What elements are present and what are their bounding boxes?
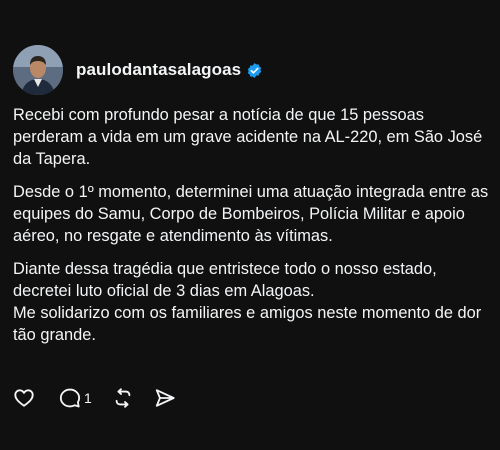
author-block: paulodantasalagoas — [76, 60, 263, 80]
post-actions: 1 — [13, 384, 176, 412]
post-paragraph-2: Desde o 1º momento, determinei uma atuaç… — [13, 183, 489, 245]
share-icon — [155, 389, 175, 407]
author-username[interactable]: paulodantasalagoas — [76, 60, 241, 80]
share-button[interactable] — [154, 387, 176, 409]
post-paragraph-4: Me solidarizo com os familiares e amigos… — [13, 304, 482, 344]
post-paragraph-1: Recebi com profundo pesar a notícia de q… — [13, 106, 483, 168]
avatar[interactable] — [13, 45, 63, 95]
threads-post: paulodantasalagoas Recebi com profundo p… — [0, 0, 500, 450]
comment-icon — [59, 388, 81, 408]
heart-icon — [14, 389, 34, 407]
post-paragraph-3: Diante dessa tragédia que entristece tod… — [13, 260, 437, 300]
post-body: Recebi com profundo pesar a notícia de q… — [13, 104, 493, 357]
comment-button[interactable]: 1 — [59, 387, 92, 409]
comment-count: 1 — [84, 390, 92, 406]
repost-icon — [115, 388, 131, 408]
like-button[interactable] — [13, 387, 35, 409]
repost-button[interactable] — [112, 387, 134, 409]
post-header: paulodantasalagoas — [13, 44, 263, 96]
verified-badge-icon — [246, 62, 263, 79]
